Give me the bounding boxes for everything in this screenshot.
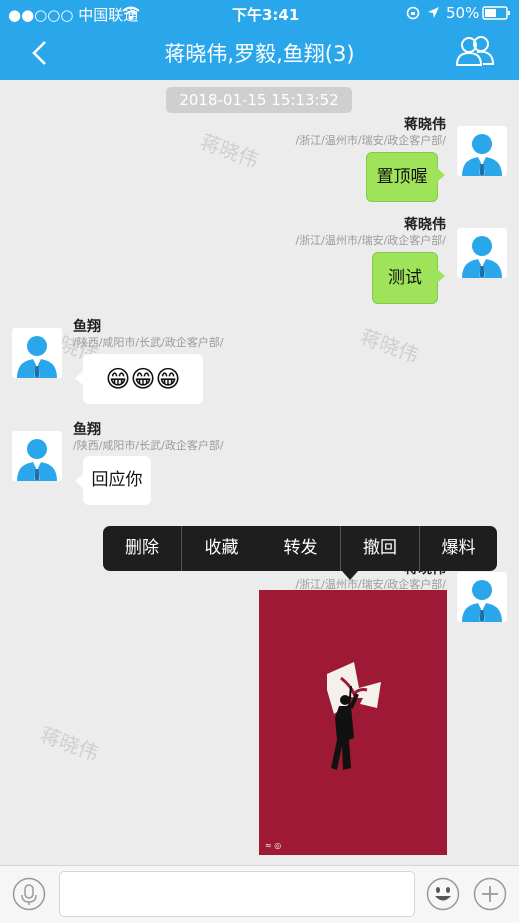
- message-input[interactable]: [59, 871, 415, 917]
- menu-item-recall[interactable]: 撤回: [341, 526, 419, 571]
- sender-avatar[interactable]: [457, 572, 507, 622]
- status-time: 下午3:41: [232, 6, 300, 24]
- sender-name: 蒋晓伟: [404, 117, 446, 133]
- sender-avatar[interactable]: [12, 328, 62, 378]
- user-avatar-icon: [17, 336, 57, 378]
- chat-title: 蒋晓伟,罗毅,鱼翔(3): [164, 42, 355, 66]
- menu-pointer: [342, 571, 358, 580]
- message-bubble[interactable]: 回应你: [83, 456, 151, 505]
- location-arrow-icon: [428, 7, 439, 18]
- poster-illustration: ≈ ◎: [259, 590, 447, 855]
- bubble-tail: [437, 168, 445, 182]
- microphone-icon[interactable]: [12, 877, 46, 911]
- message-bubble[interactable]: 置顶喔: [366, 152, 438, 202]
- svg-text:≈ ◎: ≈ ◎: [265, 841, 281, 850]
- battery-icon: [482, 6, 510, 20]
- bubble-tail: [75, 371, 83, 385]
- bubble-tail: [437, 269, 445, 283]
- wifi-icon: [122, 6, 140, 20]
- group-members-icon[interactable]: [455, 34, 495, 68]
- menu-item-delete[interactable]: 删除: [103, 526, 181, 571]
- user-avatar-icon: [17, 439, 57, 481]
- emoji-message-bubble[interactable]: 😁😁😁: [83, 354, 203, 404]
- sender-avatar[interactable]: [12, 431, 62, 481]
- sender-avatar[interactable]: [457, 126, 507, 176]
- image-message[interactable]: ≈ ◎: [259, 590, 447, 855]
- menu-item-report[interactable]: 爆料: [420, 526, 497, 571]
- menu-item-forward[interactable]: 转发: [261, 526, 340, 571]
- sender-department: /陕西/咸阳市/长武/政企客户部/: [73, 336, 224, 349]
- smiley-icon[interactable]: [426, 877, 460, 911]
- carrier-label: ●●○○○ 中国联通: [8, 6, 139, 24]
- user-avatar-icon: [462, 580, 502, 622]
- user-avatar-icon: [462, 236, 502, 278]
- orientation-lock-icon: [406, 6, 420, 20]
- message-bubble[interactable]: 测试: [372, 252, 438, 304]
- status-bar: ●●○○○ 中国联通 下午3:41 50%: [0, 0, 519, 26]
- menu-item-favorite[interactable]: 收藏: [182, 526, 261, 571]
- sender-department: /浙江/温州市/瑞安/政企客户部/: [295, 234, 446, 247]
- sender-name: 鱼翔: [73, 319, 101, 335]
- plus-icon[interactable]: [473, 877, 507, 911]
- sender-name: 蒋晓伟: [404, 217, 446, 233]
- message-timestamp: 2018-01-15 15:13:52: [166, 87, 352, 113]
- battery-percent: 50%: [446, 4, 480, 22]
- bubble-tail: [75, 474, 83, 488]
- sender-department: /陕西/咸阳市/长武/政企客户部/: [73, 439, 224, 452]
- user-avatar-icon: [462, 134, 502, 176]
- sender-name: 鱼翔: [73, 422, 101, 438]
- sender-department: /浙江/温州市/瑞安/政企客户部/: [295, 134, 446, 147]
- message-context-menu: 删除 收藏 转发 撤回 爆料: [103, 526, 497, 571]
- sender-avatar[interactable]: [457, 228, 507, 278]
